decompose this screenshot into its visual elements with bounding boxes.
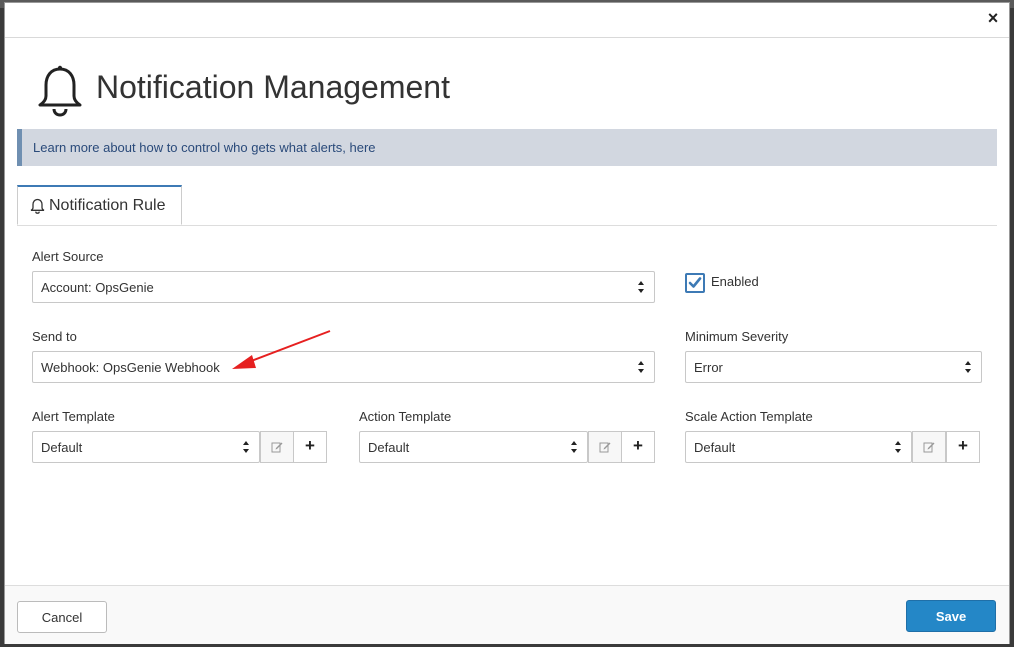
select-arrows-icon	[243, 441, 249, 453]
enabled-checkbox[interactable]	[685, 273, 705, 293]
notification-dialog: × Notification Management Learn more abo…	[4, 2, 1010, 644]
info-text-content: Learn more about how to control who gets…	[33, 140, 350, 155]
add-alert-template-button[interactable]: +	[293, 431, 327, 463]
edit-scale-action-template-button[interactable]	[912, 431, 946, 463]
add-action-template-button[interactable]: +	[621, 431, 655, 463]
alert-template-value: Default	[41, 440, 83, 455]
alert-source-label: Alert Source	[32, 249, 104, 264]
minimum-severity-label: Minimum Severity	[685, 329, 789, 344]
action-template-select[interactable]: Default	[359, 431, 588, 463]
save-button[interactable]: Save	[906, 600, 996, 632]
edit-alert-template-button[interactable]	[260, 431, 294, 463]
enabled-label: Enabled	[711, 274, 759, 289]
send-to-label: Send to	[32, 329, 77, 344]
bell-icon	[38, 65, 82, 117]
action-template-value: Default	[368, 440, 410, 455]
select-arrows-icon	[571, 441, 577, 453]
dialog-topbar: ×	[5, 3, 1009, 38]
minimum-severity-value: Error	[694, 360, 723, 375]
edit-action-template-button[interactable]	[588, 431, 622, 463]
alert-template-label: Alert Template	[32, 409, 115, 424]
info-banner: Learn more about how to control who gets…	[17, 129, 997, 166]
edit-icon	[599, 442, 611, 453]
select-arrows-icon	[638, 281, 644, 293]
bell-icon	[30, 198, 45, 214]
scale-action-template-label: Scale Action Template	[685, 409, 813, 424]
alert-source-value: Account: OpsGenie	[41, 280, 154, 295]
minimum-severity-select[interactable]: Error	[685, 351, 982, 383]
send-to-select[interactable]: Webhook: OpsGenie Webhook	[32, 351, 655, 383]
tab-label: Notification Rule	[49, 197, 166, 214]
alert-template-select[interactable]: Default	[32, 431, 260, 463]
info-link[interactable]: here	[350, 140, 376, 155]
alert-source-select[interactable]: Account: OpsGenie	[32, 271, 655, 303]
add-scale-action-template-button[interactable]: +	[946, 431, 980, 463]
select-arrows-icon	[895, 441, 901, 453]
annotation-arrow-icon	[232, 330, 331, 369]
tab-bar: Notification Rule	[17, 185, 997, 226]
dialog-footer: Cancel Save	[5, 585, 1009, 644]
scale-action-template-value: Default	[694, 440, 736, 455]
send-to-value: Webhook: OpsGenie Webhook	[41, 360, 220, 375]
edit-icon	[923, 442, 935, 453]
close-icon[interactable]: ×	[985, 9, 1001, 27]
checkmark-icon	[688, 277, 702, 288]
select-arrows-icon	[965, 361, 971, 373]
edit-icon	[271, 442, 283, 453]
cancel-button[interactable]: Cancel	[17, 601, 107, 633]
info-text: Learn more about how to control who gets…	[33, 140, 376, 155]
select-arrows-icon	[638, 361, 644, 373]
action-template-label: Action Template	[359, 409, 452, 424]
tab-notification-rule[interactable]: Notification Rule	[17, 185, 182, 225]
page-title: Notification Management	[96, 69, 450, 105]
scale-action-template-select[interactable]: Default	[685, 431, 912, 463]
